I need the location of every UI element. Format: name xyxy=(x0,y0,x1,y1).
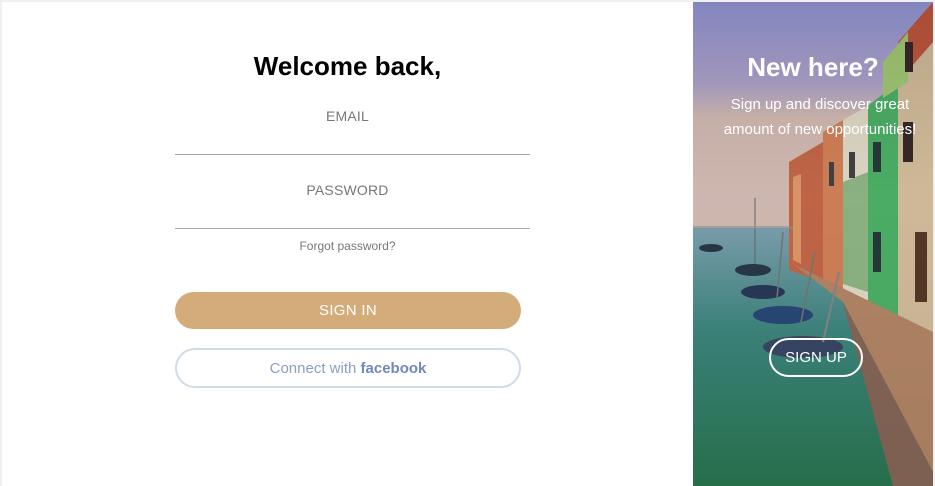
welcome-title: Welcome back, xyxy=(253,51,442,81)
new-here-title: New here? xyxy=(747,52,879,82)
facebook-connect-button[interactable]: Connect with facebook xyxy=(175,348,521,388)
email-field[interactable] xyxy=(175,129,530,155)
email-label: EMAIL xyxy=(325,108,369,124)
facebook-connect-prefix: Connect with xyxy=(269,359,357,377)
sign-in-form: Welcome back, EMAIL PASSWORD Forgot pass… xyxy=(2,2,693,486)
promo-text: Sign up and discover great amount of new… xyxy=(723,96,917,138)
login-card: Welcome back, EMAIL PASSWORD Forgot pass… xyxy=(2,2,933,486)
sign-up-button[interactable]: SIGN UP xyxy=(769,338,863,377)
password-label: PASSWORD xyxy=(306,182,389,198)
forgot-password-link[interactable]: Forgot password? xyxy=(2,239,693,253)
facebook-brand-label: facebook xyxy=(360,359,427,377)
password-field[interactable] xyxy=(175,203,530,229)
sign-in-button[interactable]: SIGN IN xyxy=(175,292,521,329)
sign-up-panel: New here? Sign up and discover great amo… xyxy=(693,2,933,486)
